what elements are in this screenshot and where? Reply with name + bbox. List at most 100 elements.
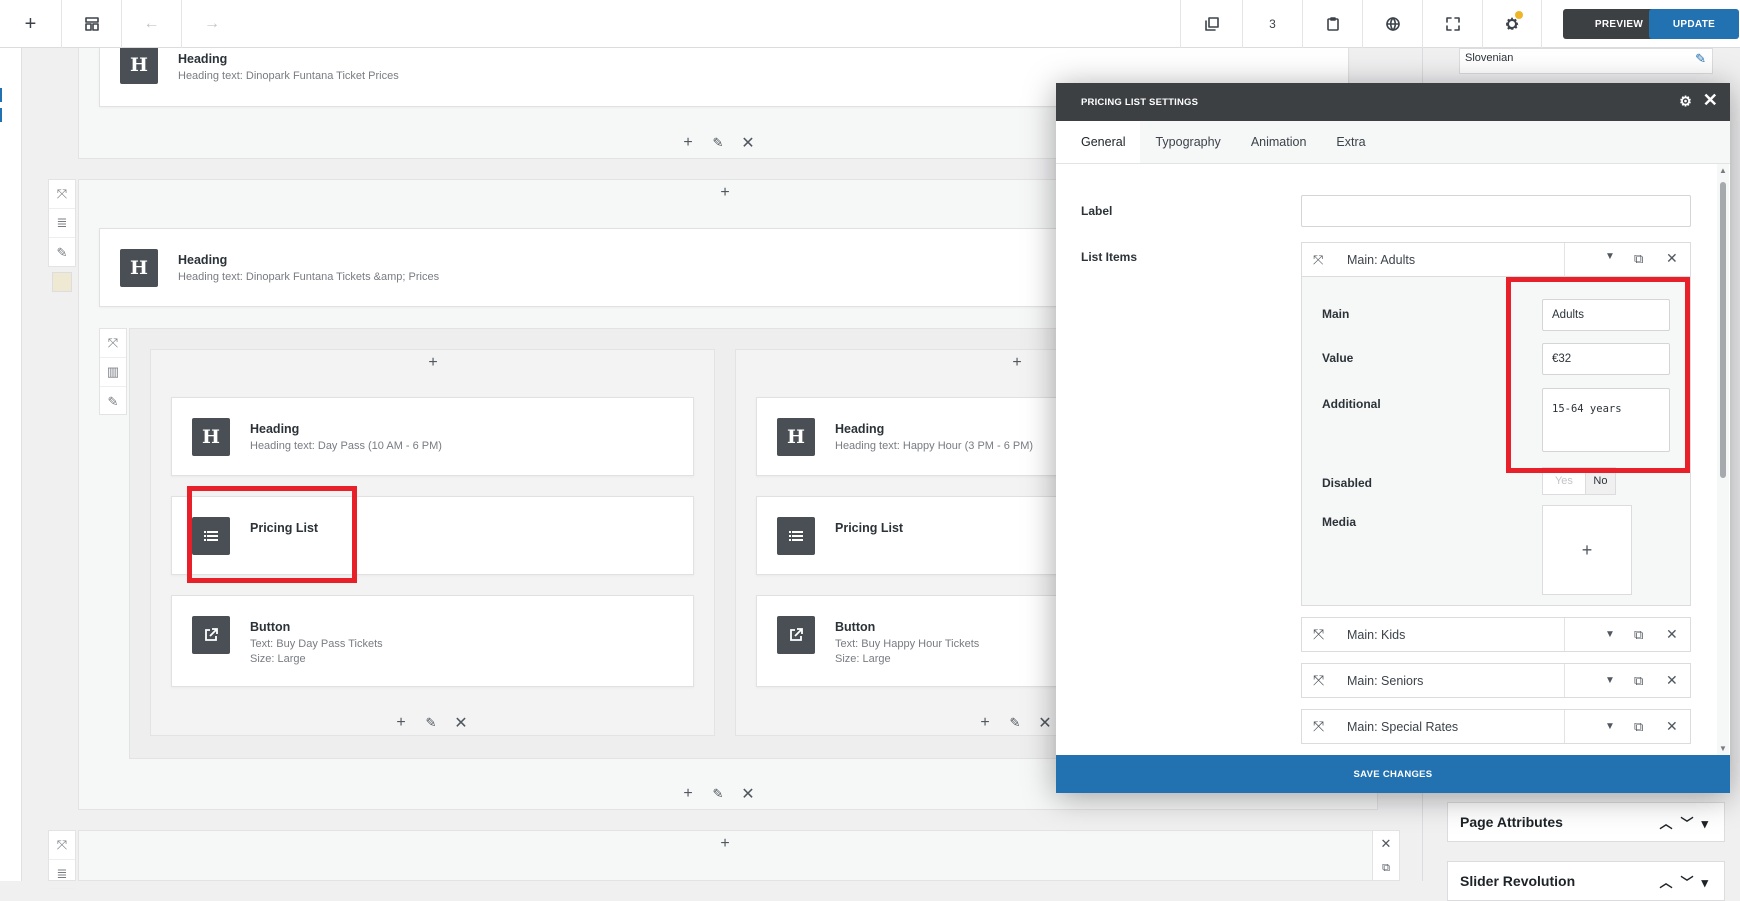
add-element-button[interactable]: + [0,0,62,48]
list-glyph [789,531,803,541]
top-toolbar: + ← → 3 PREVIEW UPDATE [0,0,1740,48]
move-icon[interactable]: ⤧ [49,831,75,860]
chevron-down-icon[interactable]: ▼ [1605,251,1615,262]
fullscreen-glyph [1445,17,1460,31]
element-subtitle: Heading text: Happy Hour (3 PM - 6 PM) [835,440,1034,452]
list-item-special-rates[interactable]: ⤧ Main: Special Rates ▼ ⧉ ✕ [1301,709,1691,744]
add-icon[interactable]: + [393,714,409,732]
pencil-icon[interactable]: ✎ [1007,715,1023,731]
pencil-icon[interactable]: ✎ [49,238,75,267]
move-icon[interactable]: ⤧ [1313,252,1323,268]
columns-icon[interactable]: ▥ [100,358,126,387]
tab-extra[interactable]: Extra [1321,121,1380,163]
list-item-title: Main: Seniors [1347,673,1424,688]
close-icon[interactable]: ✕ [740,784,756,804]
language-field[interactable]: Slovenian ✎ [1459,48,1713,74]
move-icon[interactable]: ⤧ [1313,626,1324,643]
pencil-icon[interactable]: ✎ [423,715,439,731]
gear-icon[interactable] [1482,0,1542,48]
media-label: Media [1322,515,1357,529]
element-heading-col1[interactable]: H Heading Heading text: Day Pass (10 AM … [171,397,694,476]
scroll-up-icon[interactable]: ▲ [1719,166,1727,175]
add-icon[interactable]: + [977,714,993,732]
gear-icon[interactable]: ⚙ [1679,93,1692,110]
list-item-seniors[interactable]: ⤧ Main: Seniors ▼ ⧉ ✕ [1301,663,1691,698]
close-icon[interactable]: ✕ [1703,90,1718,111]
list-icon [777,517,815,555]
list-item-header[interactable]: ⤧ Main: Adults ▼ ⧉ ✕ [1302,243,1690,277]
add-row-bottom[interactable]: + [715,835,735,853]
close-icon[interactable]: ✕ [453,713,469,733]
close-icon[interactable]: ✕ [1666,250,1678,267]
main-label: Main [1322,307,1350,321]
columns-icon[interactable]: ≣ [49,209,75,238]
heading-icon: H [120,46,158,84]
modal-title: PRICING LIST SETTINGS [1081,96,1199,108]
update-button[interactable]: UPDATE [1649,9,1739,39]
globe-icon[interactable] [1362,0,1422,48]
close-icon[interactable]: ✕ [1666,672,1678,689]
clone-icon[interactable]: ⧉ [1634,627,1643,643]
columns-icon[interactable]: ≣ [49,860,75,889]
move-icon[interactable]: ⤧ [1313,672,1324,689]
move-icon[interactable]: ⤧ [100,329,126,358]
close-icon[interactable]: ✕ [1381,836,1392,852]
divider [1564,618,1565,651]
chevron-down-icon[interactable]: ▼ [1605,721,1615,732]
add-icon[interactable]: + [680,785,696,803]
pencil-icon[interactable]: ✎ [710,135,726,151]
clone-icon[interactable]: ⧉ [1634,673,1643,689]
scrollbar-track[interactable]: ▲ ▼ [1717,164,1729,755]
fullscreen-icon[interactable] [1422,0,1482,48]
pencil-icon[interactable]: ✎ [710,786,726,802]
layout-icon[interactable] [62,0,122,48]
close-icon[interactable]: ✕ [1666,718,1678,735]
element-title: Heading [250,422,300,436]
undo-button[interactable]: ← [122,0,182,48]
save-changes-button[interactable]: SAVE CHANGES [1056,755,1730,793]
element-button-col1[interactable]: Button Text: Buy Day Pass Tickets Size: … [171,595,694,687]
chevron-down-icon[interactable]: ▼ [1605,629,1615,640]
pencil-icon[interactable]: ✎ [100,387,126,416]
close-icon[interactable]: ✕ [740,133,756,153]
close-icon[interactable]: ✕ [1666,626,1678,643]
tab-general[interactable]: General [1056,121,1141,163]
scrollbar-thumb[interactable] [1720,182,1726,478]
media-add-button[interactable]: + [1542,505,1632,595]
chevron-down-icon[interactable]: ▼ [1605,675,1615,686]
disabled-label: Disabled [1322,476,1373,490]
close-icon[interactable]: ✕ [1037,713,1053,733]
page-attributes-box[interactable]: Page Attributes ︿﹀▾ [1447,802,1725,842]
element-subtitle: Text: Buy Happy Hour Tickets [835,638,980,650]
list-item-title: Main: Kids [1347,627,1406,642]
add-element-col2[interactable]: + [1007,354,1027,372]
label-input[interactable] [1301,195,1691,227]
clipboard-icon[interactable] [1302,0,1362,48]
list-item-kids[interactable]: ⤧ Main: Kids ▼ ⧉ ✕ [1301,617,1691,652]
external-link-icon [192,616,230,654]
scroll-down-icon[interactable]: ▼ [1719,744,1727,753]
slider-revolution-box[interactable]: Slider Revolution ︿﹀▾ [1447,861,1725,901]
tab-animation[interactable]: Animation [1236,121,1322,163]
clone-icon[interactable]: ⧉ [1382,862,1390,875]
value-label: Value [1322,351,1354,365]
clone-icon[interactable] [1180,0,1242,48]
clone-icon[interactable]: ⧉ [1634,719,1643,735]
add-element-col1[interactable]: + [423,354,443,372]
add-icon[interactable]: + [680,134,696,152]
clipboard-glyph [1326,17,1339,31]
redo-button[interactable]: → [182,0,242,48]
move-icon[interactable]: ⤧ [1313,718,1324,735]
modal-header: PRICING LIST SETTINGS ⚙ ✕ [1056,83,1730,121]
chevron-icons[interactable]: ︿﹀▾ [1659,872,1716,891]
move-icon[interactable]: ⤧ [49,180,75,209]
list-items-label: List Items [1081,250,1138,264]
tab-typography[interactable]: Typography [1140,121,1235,163]
clone-icon[interactable]: ⧉ [1634,251,1643,267]
revisions-count[interactable]: 3 [1242,0,1302,48]
pencil-icon[interactable]: ✎ [1695,51,1706,67]
color-swatch[interactable] [52,272,72,292]
add-row-top[interactable]: + [715,184,735,202]
heading-icon: H [192,418,230,456]
chevron-icons[interactable]: ︿﹀▾ [1659,813,1716,832]
